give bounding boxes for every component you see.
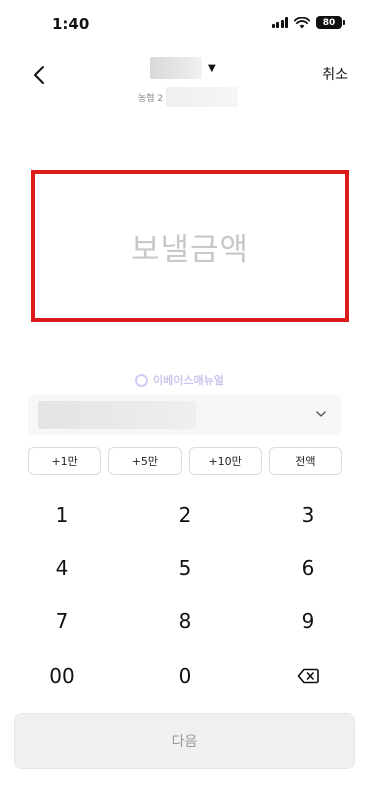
recipient-account: 농협 2 (138, 87, 239, 107)
amount-input[interactable]: 보낼금액 (31, 170, 349, 322)
key-3[interactable]: 3 (258, 490, 358, 540)
battery-level: 80 (322, 17, 336, 28)
back-icon[interactable] (28, 63, 52, 87)
key-0[interactable]: 0 (135, 651, 235, 701)
quick-amount-row: +1만 +5만 +10만 전액 (28, 447, 342, 475)
bank-label: 농협 2 (138, 93, 164, 104)
add-100k-button[interactable]: +10만 (188, 447, 262, 475)
key-8[interactable]: 8 (135, 596, 235, 646)
next-button[interactable]: 다음 (14, 713, 355, 769)
account-number-redacted (166, 87, 239, 107)
recipient-name-redacted (150, 57, 202, 79)
key-5[interactable]: 5 (135, 543, 235, 593)
signal-icon (271, 17, 288, 28)
cancel-button[interactable]: 취소 (322, 64, 348, 84)
key-4[interactable]: 4 (12, 543, 112, 593)
key-2[interactable]: 2 (135, 490, 235, 540)
wifi-icon (294, 16, 310, 28)
key-7[interactable]: 7 (12, 596, 112, 646)
status-bar: 1:40 80 (0, 0, 370, 50)
battery-icon: 80 (316, 16, 345, 29)
watermark: 이베이스매뉴얼 (135, 372, 224, 388)
add-50k-button[interactable]: +5만 (108, 447, 182, 475)
backspace-key[interactable] (258, 651, 358, 701)
key-1[interactable]: 1 (12, 490, 112, 540)
amount-placeholder: 보낼금액 (130, 231, 250, 268)
status-icons: 80 (271, 16, 345, 29)
full-amount-button[interactable]: 전액 (268, 447, 342, 475)
key-9[interactable]: 9 (258, 596, 358, 646)
add-10k-button[interactable]: +1만 (28, 447, 102, 475)
caret-down-icon: ▼ (208, 62, 216, 74)
key-6[interactable]: 6 (258, 543, 358, 593)
backspace-icon (297, 668, 319, 684)
watermark-logo-icon (135, 373, 148, 387)
source-account-redacted (38, 401, 196, 429)
chevron-down-icon (316, 411, 326, 417)
watermark-text: 이베이스매뉴얼 (153, 374, 224, 387)
status-time: 1:40 (52, 15, 90, 33)
header: ▼ 농협 2 취소 (0, 55, 370, 107)
recipient-selector[interactable]: ▼ (150, 57, 216, 79)
source-account-selector[interactable] (28, 395, 342, 435)
key-00[interactable]: 00 (12, 651, 112, 701)
